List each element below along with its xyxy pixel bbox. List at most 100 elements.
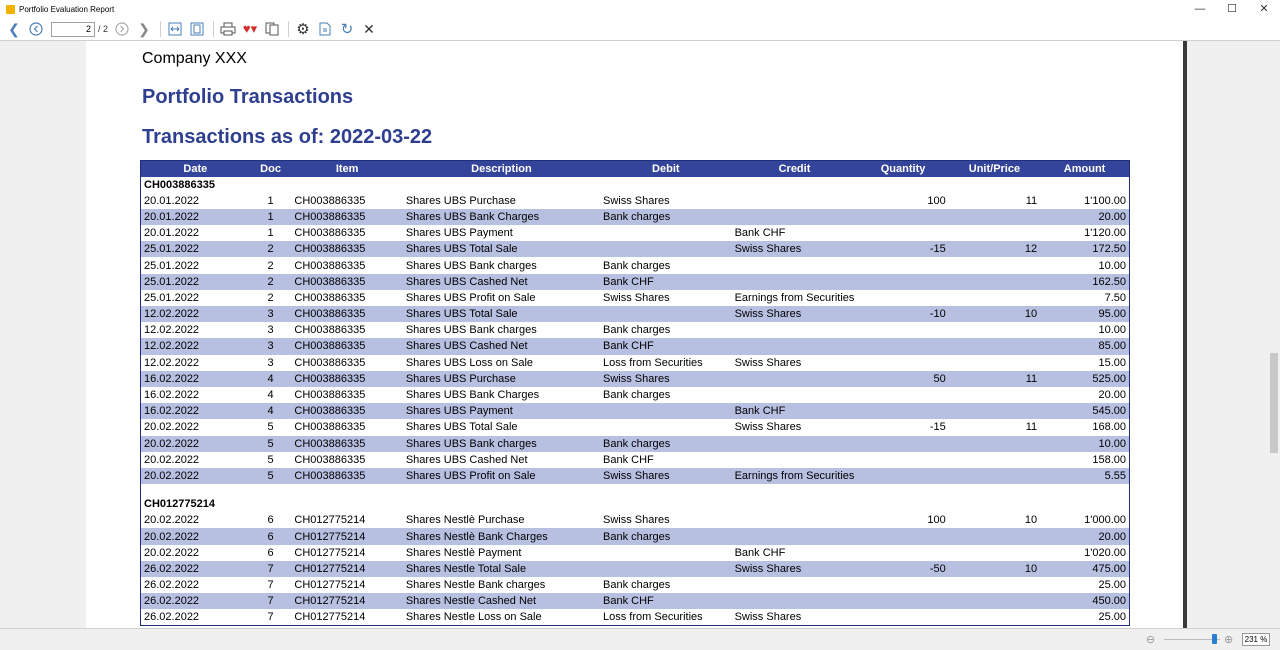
table-cell xyxy=(857,355,948,371)
table-cell: CH003886335 xyxy=(294,227,366,240)
table-cell: Bank CHF xyxy=(731,403,858,420)
table-cell: 20.00 xyxy=(1040,528,1130,545)
table-row: 12.02.2022 3 CH003886335 Shares UBS Bank ch… xyxy=(141,322,1130,338)
table-cell xyxy=(732,193,858,209)
close-icon[interactable]: ✕ xyxy=(359,19,379,39)
table-cell: 20.01.2022 xyxy=(144,227,200,240)
table-cell: CH012775214 xyxy=(294,514,366,527)
table-row: 20.02.2022 5 CH003886335 Shares UBS Bank ch… xyxy=(140,435,1130,452)
table-cell: 2 xyxy=(267,291,274,304)
table-cell xyxy=(857,208,949,226)
table-row: 20.02.2022 6 CH012775214 Shares Nestlè Purc… xyxy=(141,512,1130,528)
table-cell: CH003886335 xyxy=(294,324,366,337)
close-window-button[interactable]: ✕ xyxy=(1248,0,1280,18)
table-cell: Bank CHF xyxy=(600,338,732,355)
table-cell xyxy=(857,528,949,545)
group-name: CH003886335 xyxy=(140,176,1130,193)
table-cell: Shares Nestle Total Sale xyxy=(402,560,601,577)
table-cell: Shares UBS Profit on Sale xyxy=(402,467,601,485)
table-cell: 6 xyxy=(249,528,292,545)
table-cell: 2 xyxy=(249,241,292,258)
previous-page-icon[interactable] xyxy=(26,19,46,39)
table-cell: CH003886335 xyxy=(291,370,403,387)
column-header: Quantity xyxy=(857,160,949,177)
table-cell xyxy=(948,273,1041,290)
next-page-icon[interactable] xyxy=(112,19,132,39)
table-cell: 450.00 xyxy=(1040,593,1130,610)
table-cell: 15.00 xyxy=(1098,356,1126,369)
table-cell: 20.02.2022 xyxy=(140,435,250,452)
table-cell: Shares UBS Purchase xyxy=(402,370,601,387)
table-cell xyxy=(732,257,858,273)
table-row: 26.02.2022 7 CH012775214 Shares Nestle Bank… xyxy=(141,577,1130,593)
settings-icon[interactable]: ⚙ xyxy=(293,19,313,39)
zoom-level[interactable]: 231 % xyxy=(1242,633,1270,646)
table-cell: Swiss Shares xyxy=(600,467,732,485)
print-icon[interactable] xyxy=(218,19,238,39)
title-bar: Portfolio Evaluation Report — ☐ ✕ xyxy=(0,0,1280,18)
table-cell xyxy=(949,387,1040,403)
table-cell xyxy=(731,528,858,545)
back-icon[interactable]: ❮ xyxy=(4,19,24,39)
table-cell xyxy=(731,593,858,610)
table-cell: Shares Nestlè Payment xyxy=(405,546,522,559)
table-cell: -15 xyxy=(929,421,946,434)
table-cell: 3 xyxy=(249,338,292,355)
window-title: Portfolio Evaluation Report xyxy=(19,4,115,14)
zoom-out-icon[interactable]: ⊖ xyxy=(1146,633,1155,646)
table-cell: Loss from Securities xyxy=(603,611,703,624)
page-number-input[interactable] xyxy=(51,21,95,37)
table-cell xyxy=(949,290,1040,306)
table-cell: Shares UBS Payment xyxy=(402,403,601,420)
fit-width-icon[interactable] xyxy=(165,19,185,39)
zoom-in-icon[interactable]: ⊕ xyxy=(1224,633,1233,646)
table-cell: 4 xyxy=(249,403,292,420)
page-total: / 2 xyxy=(98,24,109,34)
status-bar: ⊖ ⊕ 231 % xyxy=(0,628,1280,650)
table-row: 16.02.2022 4 CH003886335 Shares UBS Payment… xyxy=(140,403,1130,420)
table-row: 20.01.2022 1 CH003886335 Shares UBS Payment… xyxy=(141,225,1130,241)
forward-icon[interactable]: ❯ xyxy=(134,19,154,39)
table-row: 16.02.2022 4 CH003886335 Shares UBS Purchas… xyxy=(140,370,1130,387)
refresh-icon[interactable]: ↻ xyxy=(337,19,357,39)
toolbar-separator xyxy=(160,21,162,37)
copy-icon[interactable] xyxy=(262,19,282,39)
table-row: 12.02.2022 3 CH003886335 Shares UBS Loss on… xyxy=(141,355,1130,371)
table-row: 20.02.2022 5 CH003886335 Shares UBS Cashed … xyxy=(141,452,1130,468)
column-header: Doc xyxy=(249,160,292,177)
table-cell xyxy=(857,322,948,338)
fit-page-icon[interactable] xyxy=(187,19,207,39)
transactions-table: Date Doc Item Description Debit Credit Quantit… xyxy=(140,160,1130,627)
zoom-slider-thumb[interactable] xyxy=(1212,634,1217,644)
table-cell: 7 xyxy=(267,579,274,592)
table-row: 26.02.2022 7 CH012775214 Shares Nestle Cash… xyxy=(140,593,1130,610)
table-cell xyxy=(732,577,858,593)
table-cell: 7 xyxy=(249,560,292,577)
table-cell: 5 xyxy=(267,421,274,434)
table-cell: Swiss Shares xyxy=(734,356,802,369)
table-cell: 10.00 xyxy=(1098,324,1126,337)
table-cell xyxy=(732,452,858,468)
table-cell: CH003886335 xyxy=(291,306,403,323)
table-cell xyxy=(949,257,1040,273)
table-cell: 5.55 xyxy=(1040,467,1130,485)
table-cell: CH003886335 xyxy=(294,389,366,402)
vertical-scrollbar[interactable] xyxy=(1268,41,1280,628)
table-cell: Shares UBS Purchase xyxy=(405,194,516,207)
table-row: 16.02.2022 4 CH003886335 Shares UBS Bank Ch… xyxy=(141,387,1130,403)
minimize-button[interactable]: — xyxy=(1184,0,1216,18)
table-cell xyxy=(600,225,732,241)
table-cell: CH003886335 xyxy=(291,467,403,485)
table-cell: Shares UBS Cashed Net xyxy=(405,453,528,466)
table-cell: CH003886335 xyxy=(291,338,403,355)
maximize-button[interactable]: ☐ xyxy=(1216,0,1248,18)
table-cell: 16.02.2022 xyxy=(140,370,250,387)
table-cell: CH003886335 xyxy=(294,259,366,272)
scrollbar-thumb[interactable] xyxy=(1270,353,1278,453)
table-cell: 4 xyxy=(267,389,274,402)
pdf-export-icon[interactable]: ♥▾ xyxy=(240,19,260,39)
table-cell xyxy=(600,241,732,258)
document-icon[interactable] xyxy=(315,19,335,39)
table-cell: Bank CHF xyxy=(600,273,732,290)
table-cell xyxy=(949,577,1040,593)
